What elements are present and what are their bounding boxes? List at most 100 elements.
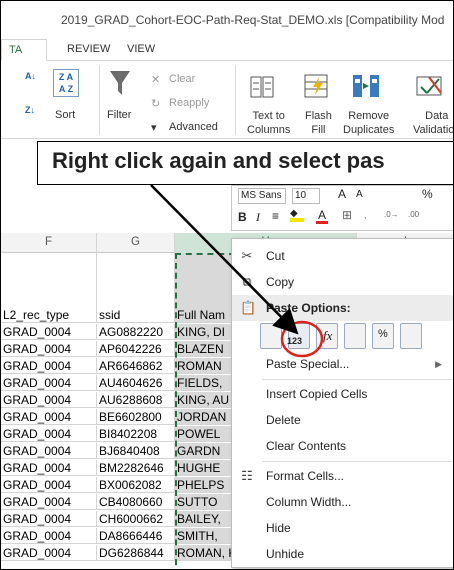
table-cell-g[interactable]: AG0882220 bbox=[97, 324, 175, 340]
table-cell-g[interactable]: DG6286844 bbox=[97, 545, 175, 561]
shrink-font-icon[interactable]: A bbox=[356, 189, 363, 200]
menu-item-hide[interactable]: Hide bbox=[232, 515, 453, 541]
align-center-icon[interactable]: ≡ bbox=[272, 209, 279, 223]
sort-button[interactable]: Sort bbox=[55, 109, 75, 121]
sort-desc-icon[interactable]: Z↓ bbox=[25, 105, 35, 115]
menu-item-cut[interactable]: ✂ Cut bbox=[232, 243, 453, 269]
empty-cell[interactable] bbox=[1, 271, 97, 289]
table-cell-g[interactable]: DA8666446 bbox=[97, 528, 175, 544]
table-cell-f[interactable]: GRAD_0004 bbox=[1, 341, 97, 357]
menu-item-unhide[interactable]: Unhide bbox=[232, 541, 453, 567]
comma-style-icon[interactable]: , bbox=[364, 210, 367, 220]
table-cell-f[interactable]: GRAD_0004 bbox=[1, 426, 97, 442]
table-cell-g[interactable]: BM2282646 bbox=[97, 460, 175, 476]
percent-icon[interactable]: % bbox=[422, 187, 433, 201]
column-header-g[interactable]: G bbox=[97, 233, 175, 253]
column-header-f[interactable]: F bbox=[1, 233, 97, 253]
table-cell-f[interactable]: GRAD_0004 bbox=[1, 528, 97, 544]
table-cell-f[interactable]: GRAD_0004 bbox=[1, 324, 97, 340]
clear-filter-button[interactable]: Clear bbox=[169, 73, 195, 85]
table-cell-f[interactable]: GRAD_0004 bbox=[1, 460, 97, 476]
menu-divider bbox=[262, 461, 452, 462]
table-cell-g[interactable]: AU4604626 bbox=[97, 375, 175, 391]
table-cell-g[interactable]: BE6602800 bbox=[97, 409, 175, 425]
table-cell-g[interactable]: AR6646862 bbox=[97, 358, 175, 374]
table-cell-g[interactable]: CH6000662 bbox=[97, 511, 175, 527]
grow-font-icon[interactable]: A bbox=[338, 187, 346, 201]
menu-item-copy[interactable]: ⧉ Copy bbox=[232, 269, 453, 295]
table-cell-g[interactable]: AP6042226 bbox=[97, 341, 175, 357]
empty-cell[interactable] bbox=[97, 289, 175, 307]
table-cell-g[interactable]: BX0062082 bbox=[97, 477, 175, 493]
menu-item-clear-contents[interactable]: Clear Contents bbox=[232, 433, 453, 459]
paste-icon[interactable] bbox=[260, 323, 282, 349]
paste-formatting-icon[interactable]: % bbox=[372, 323, 394, 349]
table-cell-f[interactable]: GRAD_0004 bbox=[1, 494, 97, 510]
bold-icon[interactable]: B bbox=[238, 210, 247, 224]
table-cell-f[interactable]: GRAD_0004 bbox=[1, 477, 97, 493]
paste-link-icon[interactable] bbox=[400, 323, 422, 349]
remove-duplicates-label: Remove bbox=[348, 110, 390, 122]
paste-options-label: Paste Options: bbox=[266, 301, 351, 315]
header-cell-g[interactable]: ssid bbox=[97, 307, 175, 323]
data-validation-button[interactable]: Data Validation bbox=[413, 109, 454, 137]
table-cell-g[interactable]: BI8402208 bbox=[97, 426, 175, 442]
tab-data[interactable]: TA bbox=[1, 39, 47, 61]
table-cell-f[interactable]: GRAD_0004 bbox=[1, 375, 97, 391]
instruction-callout: Right click again and select pas bbox=[37, 141, 453, 185]
menu-item-format-cells[interactable]: ☷ Format Cells... bbox=[232, 463, 453, 489]
menu-item-paste-special[interactable]: Paste Special... ▶ bbox=[232, 351, 453, 377]
tab-review[interactable]: REVIEW bbox=[67, 43, 110, 55]
font-name-box[interactable]: MS Sans bbox=[238, 188, 286, 204]
filter-button[interactable]: Filter bbox=[107, 109, 131, 121]
table-cell-g[interactable]: AU6288608 bbox=[97, 392, 175, 408]
remove-duplicates-button[interactable]: Remove Duplicates bbox=[343, 109, 394, 137]
data-validation-icon bbox=[416, 76, 442, 96]
reapply-icon: ↻ bbox=[151, 98, 161, 110]
ribbon-data: A↓ Z↓ Z AA Z Sort Filter ✕ Clear ↻ Reapp… bbox=[1, 61, 454, 139]
empty-cell[interactable] bbox=[97, 253, 175, 271]
decrease-decimal-icon[interactable]: .00 bbox=[408, 210, 419, 219]
borders-icon[interactable]: ⊞ bbox=[342, 208, 352, 222]
empty-cell[interactable] bbox=[1, 253, 97, 271]
remove-duplicates-label2: Duplicates bbox=[343, 124, 395, 136]
text-to-columns-label2: Columns bbox=[247, 124, 291, 136]
font-color-icon[interactable]: A bbox=[316, 208, 328, 224]
table-cell-f[interactable]: GRAD_0004 bbox=[1, 392, 97, 408]
fill-color-icon[interactable]: ◆ bbox=[290, 208, 304, 222]
paste-special-label: Paste Special... bbox=[266, 357, 350, 371]
flash-fill-icon bbox=[304, 74, 328, 98]
font-size-box[interactable]: 10 bbox=[292, 188, 320, 204]
advanced-button[interactable]: Advanced bbox=[169, 121, 218, 133]
table-cell-f[interactable]: GRAD_0004 bbox=[1, 409, 97, 425]
table-cell-g[interactable]: BJ6840408 bbox=[97, 443, 175, 459]
delete-label: Delete bbox=[266, 413, 301, 427]
italic-icon[interactable]: I bbox=[256, 210, 260, 225]
header-cell-f[interactable]: L2_rec_type bbox=[1, 307, 97, 323]
menu-item-column-width[interactable]: Column Width... bbox=[232, 489, 453, 515]
table-cell-f[interactable]: GRAD_0004 bbox=[1, 545, 97, 561]
data-validation-label2: Validation bbox=[413, 124, 454, 136]
flash-fill-button[interactable]: Flash Fill bbox=[305, 109, 332, 137]
menu-item-delete[interactable]: Delete bbox=[232, 407, 453, 433]
format-cells-label: Format Cells... bbox=[266, 469, 345, 483]
table-cell-f[interactable]: GRAD_0004 bbox=[1, 358, 97, 374]
empty-cell[interactable] bbox=[1, 289, 97, 307]
text-to-columns-button[interactable]: Text to Columns bbox=[247, 109, 290, 137]
filter-icon bbox=[110, 71, 130, 95]
text-to-columns-label: Text to bbox=[252, 110, 285, 122]
table-cell-f[interactable]: GRAD_0004 bbox=[1, 511, 97, 527]
reapply-button[interactable]: Reapply bbox=[169, 97, 209, 109]
menu-item-insert-copied[interactable]: Insert Copied Cells bbox=[232, 381, 453, 407]
sort-asc-icon[interactable]: A↓ bbox=[25, 71, 36, 81]
insert-copied-label: Insert Copied Cells bbox=[266, 387, 368, 401]
paste-transpose-icon[interactable] bbox=[344, 323, 366, 349]
empty-cell[interactable] bbox=[97, 271, 175, 289]
table-cell-f[interactable]: GRAD_0004 bbox=[1, 443, 97, 459]
format-cells-icon: ☷ bbox=[241, 468, 253, 483]
sort-dialog-icon: Z AA Z bbox=[53, 69, 79, 97]
table-cell-g[interactable]: CB4080660 bbox=[97, 494, 175, 510]
tab-view[interactable]: VIEW bbox=[127, 43, 155, 55]
increase-decimal-icon[interactable]: .0→ bbox=[384, 210, 399, 219]
ribbon-tabs: TA REVIEW VIEW bbox=[1, 39, 453, 61]
